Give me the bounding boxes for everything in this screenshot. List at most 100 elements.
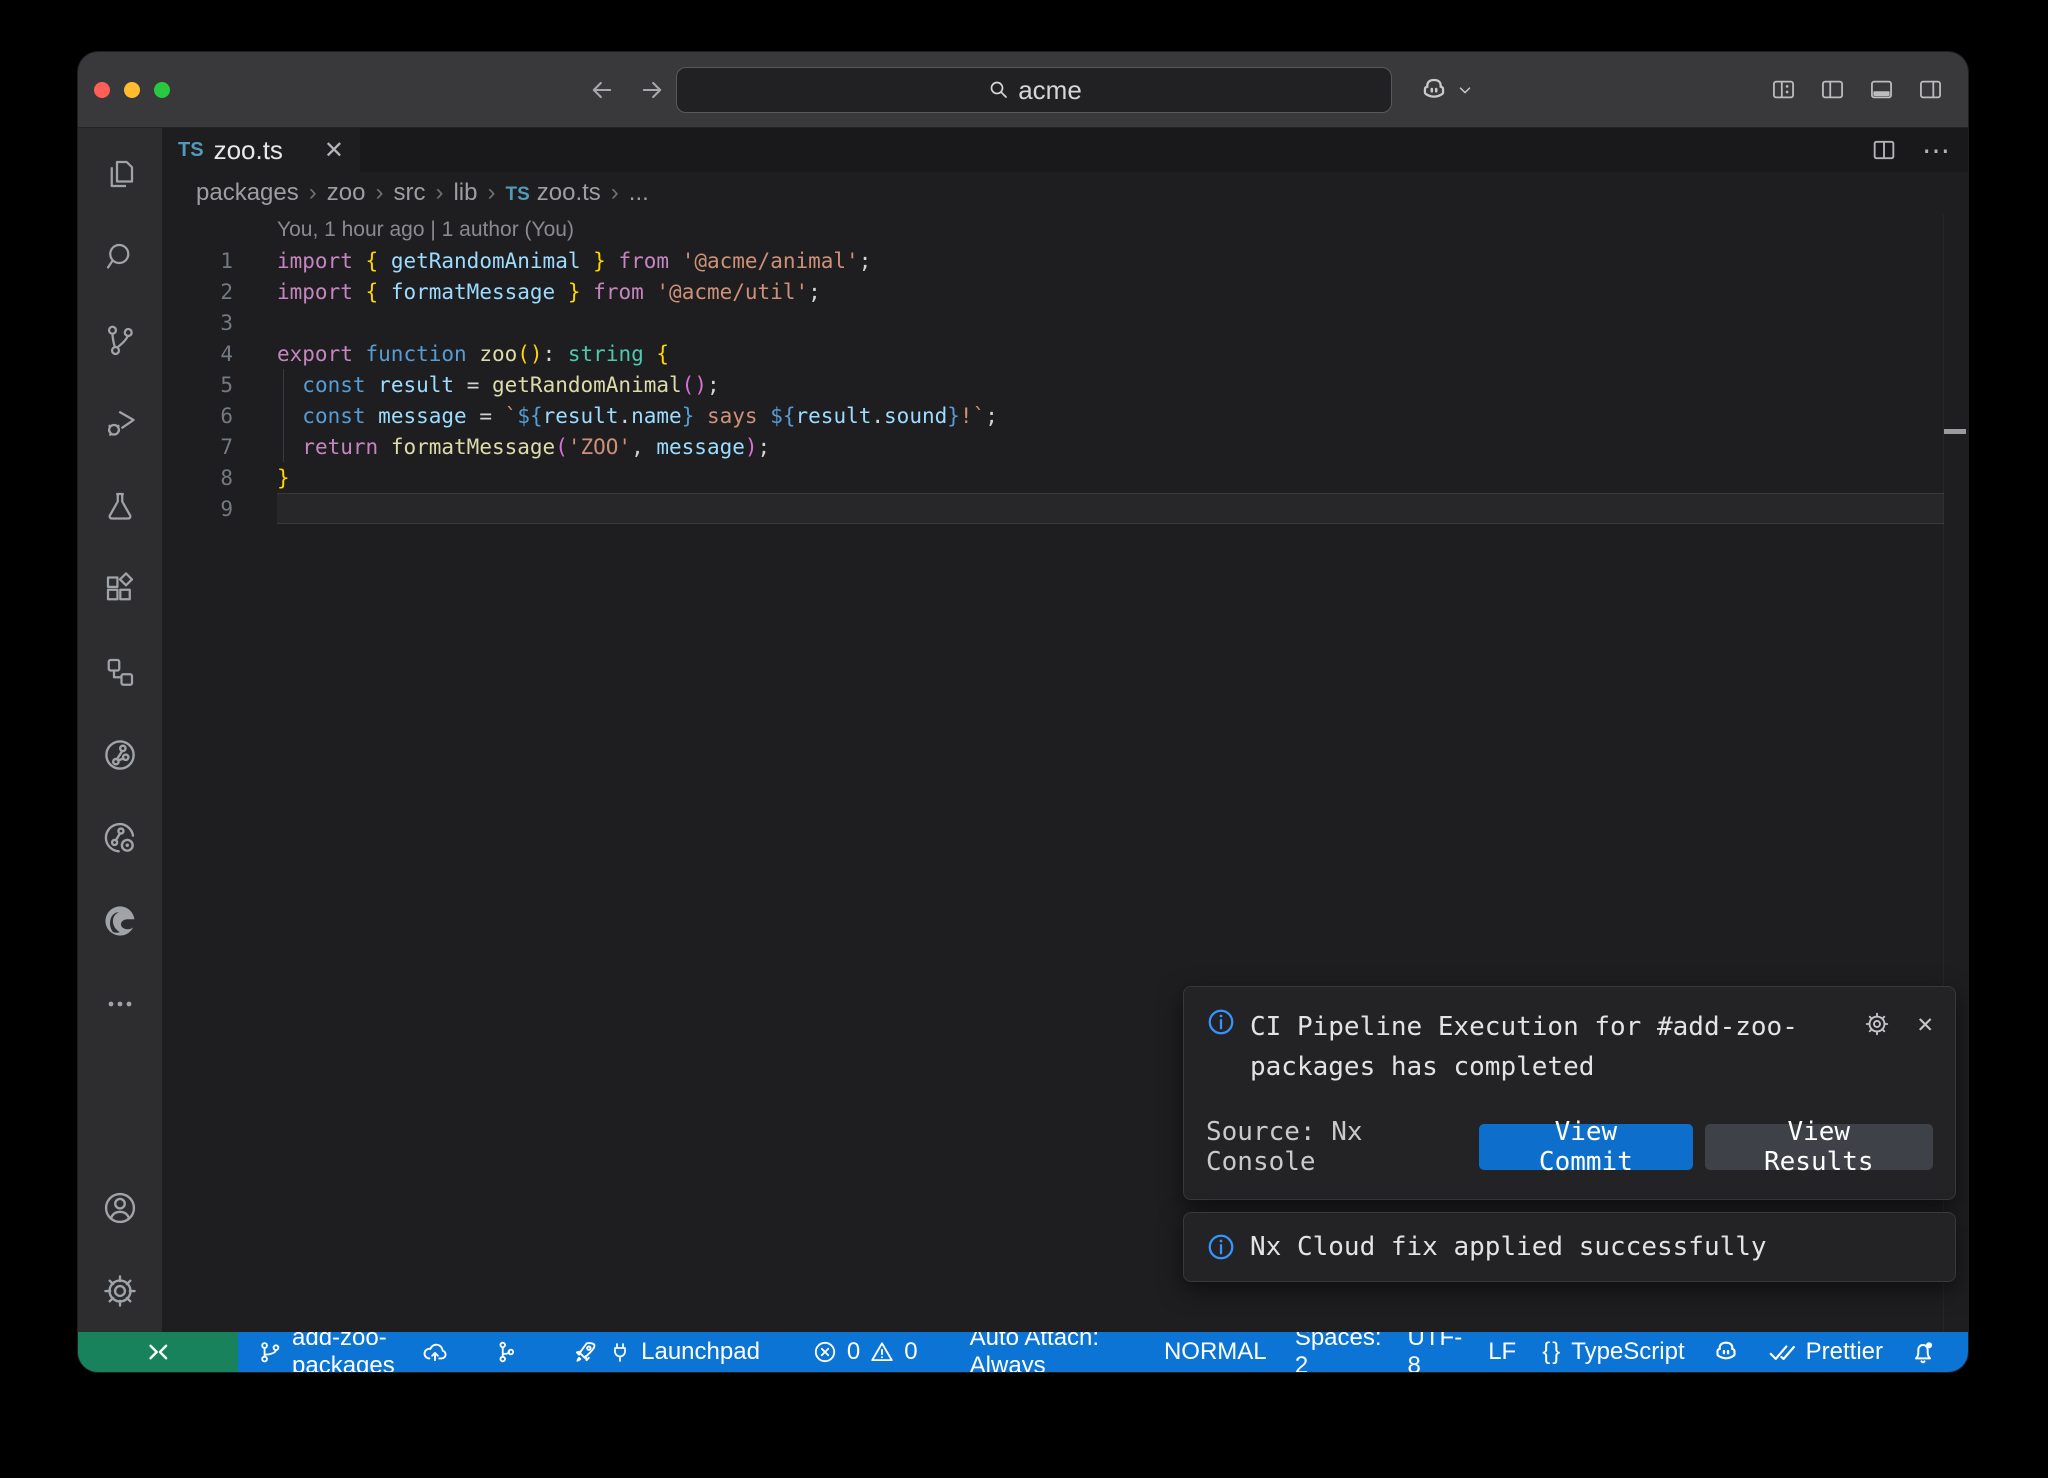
formatter-status[interactable]: Prettier <box>1754 1332 1896 1372</box>
close-icon[interactable]: ✕ <box>324 136 344 165</box>
more-actions-icon[interactable]: ⋯ <box>1922 134 1950 167</box>
code-token: export <box>277 342 353 366</box>
code-text[interactable]: } <box>277 466 290 490</box>
code-token: result <box>543 404 619 428</box>
code-text[interactable]: const result = getRandomAnimal(); <box>277 373 720 397</box>
tab-bar: TS zoo.ts ✕ ⋯ <box>162 128 1968 172</box>
error-count: 0 <box>847 1338 860 1366</box>
sidebar-item-extensions[interactable] <box>78 547 162 630</box>
code-line[interactable]: 7 return formatMessage('ZOO', message); <box>162 431 1968 462</box>
breadcrumb-item[interactable]: lib <box>453 179 477 207</box>
sidebar-item-project-structure[interactable] <box>78 630 162 713</box>
warning-icon <box>869 1339 895 1365</box>
sidebar-item-search[interactable] <box>78 215 162 298</box>
code-text[interactable]: import { formatMessage } from '@acme/uti… <box>277 280 821 304</box>
line-number: 3 <box>162 311 233 335</box>
code-token <box>366 373 379 397</box>
double-check-icon <box>1767 1337 1797 1367</box>
problems-status[interactable]: 0 0 <box>799 1332 931 1372</box>
code-token <box>644 280 657 304</box>
code-token: result <box>796 404 872 428</box>
vscode-window: acme <box>78 52 1968 1372</box>
code-token: '@acme/util' <box>656 280 808 304</box>
back-arrow-icon[interactable] <box>588 76 616 104</box>
remote-indicator[interactable] <box>78 1332 238 1372</box>
chevron-down-icon[interactable] <box>1456 81 1474 99</box>
encoding-status[interactable]: UTF-8 <box>1395 1332 1476 1372</box>
copilot-status[interactable] <box>1698 1332 1754 1372</box>
toggle-panel-icon[interactable] <box>1868 76 1895 103</box>
view-commit-button[interactable]: View Commit <box>1479 1124 1692 1170</box>
code-text[interactable]: return formatMessage('ZOO', message); <box>277 435 770 459</box>
close-window-button[interactable] <box>94 82 110 98</box>
toggle-secondary-sidebar-icon[interactable] <box>1917 76 1944 103</box>
sidebar-item-run-debug[interactable] <box>78 381 162 464</box>
indentation-status[interactable]: Spaces: 2 <box>1282 1332 1395 1372</box>
breadcrumb-item[interactable]: TSzoo.ts <box>505 179 600 207</box>
breadcrumb-item[interactable]: ... <box>629 179 649 207</box>
language-mode-status[interactable]: {} TypeScript <box>1529 1332 1697 1372</box>
vim-mode-status[interactable]: -- NORMAL -- <box>1151 1332 1282 1372</box>
notifications-status[interactable] <box>1896 1332 1950 1372</box>
sidebar-item-nx-console[interactable] <box>78 713 162 796</box>
code-editor[interactable]: You, 1 hour ago | 1 author (You) 1import… <box>162 214 1968 1332</box>
code-line[interactable]: 4export function zoo(): string { <box>162 338 1968 369</box>
code-text[interactable]: import { getRandomAnimal } from '@acme/a… <box>277 249 871 273</box>
toggle-primary-sidebar-icon[interactable] <box>1819 76 1846 103</box>
code-token <box>378 435 391 459</box>
split-editor-icon[interactable] <box>1870 136 1898 164</box>
code-token <box>644 342 657 366</box>
code-token: formatMessage <box>391 435 555 459</box>
code-token: getRandomAnimal <box>391 249 581 273</box>
notification-close-icon[interactable]: ✕ <box>1917 1009 1933 1039</box>
code-text[interactable]: const message = `${result.name} says ${r… <box>277 404 998 428</box>
codelens-blame[interactable]: You, 1 hour ago | 1 author (You) <box>162 214 1968 245</box>
code-token: . <box>871 404 884 428</box>
breadcrumb-item[interactable]: src <box>393 179 425 207</box>
code-token: ) <box>530 342 543 366</box>
source-control-graph-status[interactable] <box>480 1332 532 1372</box>
sidebar-item-explorer[interactable] <box>78 132 162 215</box>
code-token: : <box>543 342 556 366</box>
git-branch-status[interactable]: add-zoo-packages <box>244 1332 462 1372</box>
tab-zoo-ts[interactable]: TS zoo.ts ✕ <box>162 128 360 172</box>
command-center-search[interactable]: acme <box>676 67 1392 113</box>
zoom-window-button[interactable] <box>154 82 170 98</box>
eol-status[interactable]: LF <box>1475 1332 1529 1372</box>
code-line[interactable]: 8} <box>162 462 1968 493</box>
language-label: TypeScript <box>1571 1338 1684 1366</box>
sidebar-item-settings[interactable] <box>78 1249 162 1332</box>
sidebar-item-more[interactable] <box>78 962 162 1045</box>
code-token: import <box>277 280 353 304</box>
breadcrumb-item[interactable]: zoo <box>327 179 366 207</box>
auto-attach-status[interactable]: Auto Attach: Always <box>957 1332 1133 1372</box>
code-token <box>366 404 379 428</box>
code-line[interactable]: 6 const message = `${result.name} says $… <box>162 400 1968 431</box>
notification-settings-gear-icon[interactable] <box>1863 1009 1891 1039</box>
view-results-button[interactable]: View Results <box>1705 1124 1933 1170</box>
sidebar-item-source-control[interactable] <box>78 298 162 381</box>
code-line[interactable]: 2import { formatMessage } from '@acme/ut… <box>162 276 1968 307</box>
code-token: name <box>631 404 682 428</box>
code-line[interactable]: 3 <box>162 307 1968 338</box>
sidebar-item-nx-cloud[interactable] <box>78 796 162 879</box>
sidebar-item-edge-tools[interactable] <box>78 879 162 962</box>
minimize-window-button[interactable] <box>124 82 140 98</box>
customize-layout-icon[interactable] <box>1770 76 1797 103</box>
code-line[interactable]: 5 const result = getRandomAnimal(); <box>162 369 1968 400</box>
code-token: ) <box>745 435 758 459</box>
code-token: string <box>568 342 644 366</box>
breadcrumb-item[interactable]: packages <box>196 179 299 207</box>
code-text[interactable]: export function zoo(): string { <box>277 342 669 366</box>
sidebar-item-testing[interactable] <box>78 464 162 547</box>
forward-arrow-icon[interactable] <box>638 76 666 104</box>
breadcrumb-separator: › <box>435 179 443 207</box>
code-token <box>580 249 593 273</box>
code-line[interactable]: 9 <box>162 493 1968 524</box>
code-token: = <box>479 404 492 428</box>
launchpad-status[interactable]: Launchpad <box>558 1332 773 1372</box>
copilot-icon[interactable] <box>1418 74 1450 106</box>
sidebar-item-accounts[interactable] <box>78 1166 162 1249</box>
linked-squares-icon <box>102 654 138 690</box>
code-line[interactable]: 1import { getRandomAnimal } from '@acme/… <box>162 245 1968 276</box>
